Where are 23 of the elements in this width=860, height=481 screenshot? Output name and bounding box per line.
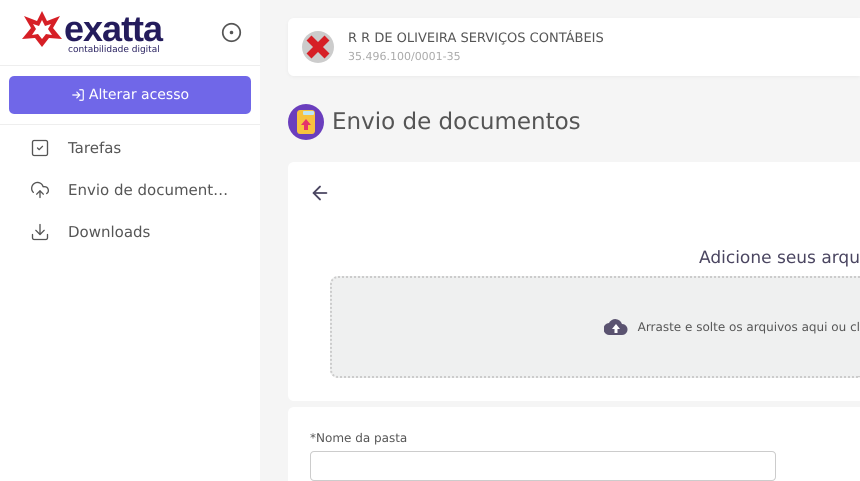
login-icon [70,88,85,102]
checkbox-icon [30,138,50,158]
folder-name-label: *Nome da pasta [310,431,408,445]
cloud-upload-icon [30,180,50,200]
download-icon [30,222,50,242]
sidebar-item[interactable]: Tarefas [0,127,260,169]
change-access-button[interactable]: Alterar acesso [9,76,251,114]
page-title: Envio de documentos [332,109,581,136]
folder-upload-icon [288,104,324,140]
company-name: R R DE OLIVEIRA SERVIÇOS CONTÁBEIS [348,31,604,46]
company-logo-icon [302,31,334,64]
logo-tagline: contabilidade digital [68,44,160,54]
logo-name: exatta [64,12,162,44]
dropzone-text: Arraste e solte os arquivos aqui ou cl [638,320,860,334]
cloud-upload-icon [604,319,628,336]
company-cnpj: 35.496.100/0001-35 [348,50,462,64]
sidebar-item[interactable]: Downloads [0,211,260,253]
target-icon[interactable] [221,22,242,43]
folder-name-field[interactable] [310,451,776,481]
dropzone[interactable]: Arraste e solte os arquivos aqui ou cl [330,276,860,378]
logo-mark-icon [22,10,62,46]
sidebar-item[interactable]: Envio de document… [0,169,260,211]
upload-heading: Adicione seus arqu [699,248,860,268]
